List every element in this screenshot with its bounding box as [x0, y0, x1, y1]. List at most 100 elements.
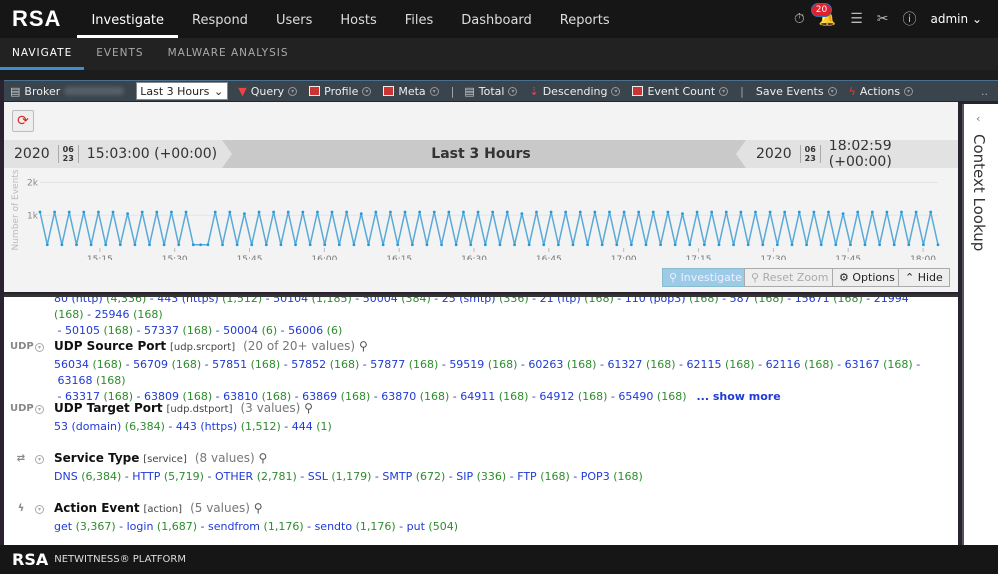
- meta-value[interactable]: put (504): [407, 520, 458, 533]
- data-point: [45, 243, 49, 247]
- expand-icon[interactable]: ▾: [35, 505, 44, 514]
- meta-value[interactable]: 50105 (168): [65, 324, 133, 337]
- nav-files[interactable]: Files: [391, 0, 448, 38]
- data-point: [717, 243, 721, 247]
- meta-value[interactable]: POP3 (168): [581, 470, 643, 483]
- meta-value[interactable]: 50104 (1,185): [273, 297, 352, 305]
- meta-value[interactable]: sendfrom (1,176): [208, 520, 304, 533]
- meta-value[interactable]: SMTP (672): [382, 470, 445, 483]
- x-tick-label: 16:15: [386, 255, 412, 260]
- section-title[interactable]: Service Type: [54, 451, 139, 465]
- user-menu[interactable]: admin ⌄: [931, 12, 983, 26]
- meta-value[interactable]: 57852 (168): [291, 358, 359, 371]
- meta-value[interactable]: 64911 (168): [460, 390, 528, 403]
- total-menu[interactable]: ▤ Total ▾: [464, 85, 518, 98]
- meta-value[interactable]: FTP (168): [517, 470, 570, 483]
- nav-respond[interactable]: Respond: [178, 0, 262, 38]
- meta-value[interactable]: HTTP (5,719): [132, 470, 204, 483]
- expand-icon[interactable]: ▾: [35, 405, 44, 414]
- meta-value[interactable]: 59519 (168): [449, 358, 517, 371]
- investigate-button[interactable]: ⚲ Investigate: [662, 268, 749, 287]
- meta-value[interactable]: sendto (1,176): [315, 520, 396, 533]
- meta-value[interactable]: 56006 (6): [288, 324, 342, 337]
- meta-value[interactable]: 61327 (168): [607, 358, 675, 371]
- search-icon[interactable]: ⚲: [304, 401, 313, 415]
- tab-navigate[interactable]: NAVIGATE: [0, 38, 85, 70]
- section-title[interactable]: Action Event: [54, 501, 140, 515]
- nav-dashboard[interactable]: Dashboard: [447, 0, 546, 38]
- time-range-select[interactable]: Last 3 Hours ⌄: [136, 82, 229, 100]
- tools-icon[interactable]: ✂: [877, 11, 889, 27]
- meta-value[interactable]: 15671 (168): [795, 297, 863, 305]
- meta-value[interactable]: 63167 (168): [845, 358, 913, 371]
- meta-value[interactable]: login (1,687): [127, 520, 197, 533]
- meta-value[interactable]: 25 (smtp) (336): [442, 297, 529, 305]
- more-button[interactable]: ..: [981, 85, 988, 98]
- meta-value[interactable]: 50004 (384): [363, 297, 431, 305]
- meta-value[interactable]: 65490 (168): [618, 390, 686, 403]
- data-point: [491, 210, 495, 214]
- meta-value[interactable]: 80 (http) (4,336): [54, 297, 146, 305]
- events-chart[interactable]: Number of Events 2k 1k 15:15 15:30 15:45 16:00…: [4, 170, 958, 260]
- broker-selector[interactable]: ▤ Broker: [10, 85, 125, 98]
- actions-menu[interactable]: ϟ Actions ▾: [849, 84, 914, 98]
- meta-value[interactable]: 587 (168): [730, 297, 784, 305]
- meta-value[interactable]: 57851 (168): [212, 358, 280, 371]
- reset-zoom-button[interactable]: ⚲ Reset Zoom: [744, 268, 836, 287]
- search-icon[interactable]: ⚲: [359, 339, 368, 353]
- search-icon[interactable]: ⚲: [259, 451, 268, 465]
- show-more-link[interactable]: ... show more: [697, 390, 781, 403]
- search-icon[interactable]: ⚲: [254, 501, 263, 515]
- nav-users[interactable]: Users: [262, 0, 326, 38]
- refresh-button[interactable]: ⟳: [12, 110, 34, 132]
- meta-value[interactable]: SIP (336): [456, 470, 506, 483]
- help-icon[interactable]: ⓘ: [903, 9, 917, 29]
- expand-icon[interactable]: ▾: [35, 343, 44, 352]
- query-menu[interactable]: ▼ Query ▾: [238, 85, 298, 98]
- context-lookup-panel[interactable]: ‹ Context Lookup: [962, 104, 998, 545]
- nav-reports[interactable]: Reports: [546, 0, 624, 38]
- section-title[interactable]: UDP Source Port: [54, 339, 166, 353]
- hide-button[interactable]: ⌃ Hide: [898, 268, 950, 287]
- expand-icon[interactable]: ▾: [35, 455, 44, 464]
- meta-value[interactable]: get (3,367): [54, 520, 116, 533]
- meta-value[interactable]: 50004 (6): [223, 324, 277, 337]
- meta-value[interactable]: 443 (https) (1,512): [176, 420, 281, 433]
- meta-value[interactable]: 60263 (168): [528, 358, 596, 371]
- end-time[interactable]: 18:02:59 (+00:00): [829, 140, 952, 168]
- descending-menu[interactable]: ⇣ Descending ▾: [529, 85, 621, 98]
- meta-value[interactable]: 62115 (168): [687, 358, 755, 371]
- nav-hosts[interactable]: Hosts: [326, 0, 390, 38]
- meta-value[interactable]: 63870 (168): [381, 390, 449, 403]
- section-title[interactable]: UDP Target Port: [54, 401, 163, 415]
- collapse-icon[interactable]: ‹: [976, 112, 980, 125]
- meta-value[interactable]: 25946 (168): [95, 308, 163, 321]
- save-events-menu[interactable]: Save Events ▾: [756, 85, 837, 98]
- options-button[interactable]: ⚙ Options: [832, 268, 902, 287]
- notifications-icon[interactable]: 🔔 20: [810, 3, 836, 27]
- meta-value[interactable]: 56709 (168): [133, 358, 201, 371]
- settings-sliders-icon[interactable]: ☰: [850, 11, 863, 27]
- meta-value[interactable]: 64912 (168): [539, 390, 607, 403]
- meta-value[interactable]: 63168 (168): [58, 374, 126, 387]
- meta-value[interactable]: 443 (https) (1,512): [157, 297, 262, 305]
- meta-value[interactable]: 57877 (168): [370, 358, 438, 371]
- meta-value[interactable]: 21 (ftp) (168): [540, 297, 614, 305]
- profile-menu[interactable]: Profile ▾: [309, 85, 372, 98]
- tab-events[interactable]: EVENTS: [84, 38, 155, 70]
- actions-label: Actions: [859, 84, 901, 98]
- meta-value[interactable]: SSL (1,179): [308, 470, 372, 483]
- meta-menu[interactable]: Meta ▾: [383, 85, 439, 98]
- meta-value[interactable]: 56034 (168): [54, 358, 122, 371]
- meta-value[interactable]: OTHER (2,781): [215, 470, 297, 483]
- stopwatch-icon[interactable]: ⏱: [794, 11, 805, 27]
- tab-malware-analysis[interactable]: MALWARE ANALYSIS: [156, 38, 301, 70]
- event-count-menu[interactable]: Event Count ▾: [632, 85, 729, 98]
- meta-value[interactable]: 110 (pop3) (168): [625, 297, 719, 305]
- meta-value[interactable]: 62116 (168): [766, 358, 834, 371]
- meta-value[interactable]: 444 (1): [292, 420, 332, 433]
- meta-value[interactable]: 53 (domain) (6,384): [54, 420, 165, 433]
- meta-value[interactable]: 57337 (168): [144, 324, 212, 337]
- nav-investigate[interactable]: Investigate: [77, 0, 179, 38]
- meta-value[interactable]: DNS (6,384): [54, 470, 121, 483]
